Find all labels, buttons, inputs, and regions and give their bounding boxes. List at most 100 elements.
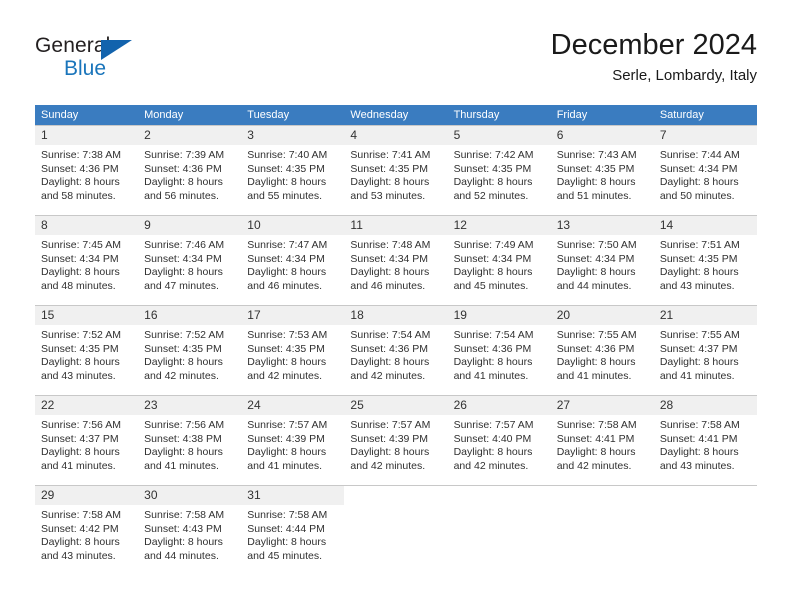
- day-number: 21: [653, 306, 757, 325]
- day-number: 26: [447, 396, 551, 415]
- day-info: Sunrise: 7:48 AM Sunset: 4:34 PM Dayligh…: [344, 235, 447, 293]
- sunrise-text: Sunrise: 7:45 AM: [41, 239, 121, 251]
- week-row: 8 Sunrise: 7:45 AM Sunset: 4:34 PM Dayli…: [35, 215, 757, 305]
- day-cell[interactable]: 16 Sunrise: 7:52 AM Sunset: 4:35 PM Dayl…: [138, 306, 242, 395]
- day-cell[interactable]: 31 Sunrise: 7:58 AM Sunset: 4:44 PM Dayl…: [241, 486, 345, 575]
- sunrise-text: Sunrise: 7:38 AM: [41, 149, 121, 161]
- day-cell[interactable]: 30 Sunrise: 7:58 AM Sunset: 4:43 PM Dayl…: [138, 486, 242, 575]
- day-number: [344, 486, 448, 505]
- day-cell[interactable]: 14 Sunrise: 7:51 AM Sunset: 4:35 PM Dayl…: [653, 216, 757, 305]
- day-number: 3: [241, 126, 345, 145]
- daylight-text-line2: and 43 minutes.: [659, 459, 735, 472]
- day-cell[interactable]: 28 Sunrise: 7:58 AM Sunset: 4:41 PM Dayl…: [653, 396, 757, 485]
- day-cell[interactable]: 3 Sunrise: 7:40 AM Sunset: 4:35 PM Dayli…: [241, 126, 345, 215]
- daylight-text-line2: and 43 minutes.: [659, 279, 735, 292]
- sunrise-text: Sunrise: 7:58 AM: [556, 419, 637, 431]
- calendar-page: General Blue December 2024 Serle, Lombar…: [0, 0, 792, 612]
- day-cell[interactable]: 11 Sunrise: 7:48 AM Sunset: 4:34 PM Dayl…: [344, 216, 448, 305]
- sunrise-text: Sunrise: 7:58 AM: [41, 509, 121, 521]
- day-cell[interactable]: 23 Sunrise: 7:56 AM Sunset: 4:38 PM Dayl…: [138, 396, 242, 485]
- day-number: 2: [138, 126, 242, 145]
- day-info: Sunrise: 7:51 AM Sunset: 4:35 PM Dayligh…: [654, 235, 757, 293]
- sunset-text: Sunset: 4:35 PM: [41, 342, 119, 355]
- day-cell[interactable]: 26 Sunrise: 7:57 AM Sunset: 4:40 PM Dayl…: [447, 396, 551, 485]
- daylight-text-line1: Daylight: 8 hours: [247, 536, 327, 548]
- day-cell[interactable]: 19 Sunrise: 7:54 AM Sunset: 4:36 PM Dayl…: [447, 306, 551, 395]
- day-number: 19: [447, 306, 551, 325]
- daylight-text-line2: and 46 minutes.: [247, 279, 322, 292]
- daylight-text-line2: and 41 minutes.: [247, 459, 322, 472]
- day-cell[interactable]: 9 Sunrise: 7:46 AM Sunset: 4:34 PM Dayli…: [138, 216, 242, 305]
- sunset-text: Sunset: 4:36 PM: [144, 162, 222, 175]
- day-cell[interactable]: 4 Sunrise: 7:41 AM Sunset: 4:35 PM Dayli…: [344, 126, 448, 215]
- sunrise-text: Sunrise: 7:58 AM: [144, 509, 225, 521]
- daylight-text-line1: Daylight: 8 hours: [659, 356, 739, 368]
- day-cell-empty: [447, 486, 551, 575]
- day-number: [653, 486, 757, 505]
- sunrise-text: Sunrise: 7:56 AM: [41, 419, 121, 431]
- sunrise-text: Sunrise: 7:52 AM: [41, 329, 121, 341]
- day-number: 25: [344, 396, 448, 415]
- day-info: Sunrise: 7:40 AM Sunset: 4:35 PM Dayligh…: [241, 145, 344, 203]
- day-cell[interactable]: 21 Sunrise: 7:55 AM Sunset: 4:37 PM Dayl…: [653, 306, 757, 395]
- day-info: Sunrise: 7:55 AM Sunset: 4:36 PM Dayligh…: [551, 325, 654, 383]
- day-cell[interactable]: 10 Sunrise: 7:47 AM Sunset: 4:34 PM Dayl…: [241, 216, 345, 305]
- daylight-text-line1: Daylight: 8 hours: [350, 446, 430, 458]
- day-info: Sunrise: 7:54 AM Sunset: 4:36 PM Dayligh…: [344, 325, 447, 383]
- sunset-text: Sunset: 4:38 PM: [144, 432, 222, 445]
- day-cell[interactable]: 20 Sunrise: 7:55 AM Sunset: 4:36 PM Dayl…: [550, 306, 654, 395]
- day-cell[interactable]: 18 Sunrise: 7:54 AM Sunset: 4:36 PM Dayl…: [344, 306, 448, 395]
- sunset-text: Sunset: 4:36 PM: [350, 342, 429, 355]
- daylight-text-line1: Daylight: 8 hours: [453, 266, 533, 278]
- day-info: Sunrise: 7:58 AM Sunset: 4:43 PM Dayligh…: [138, 505, 241, 563]
- daylight-text-line1: Daylight: 8 hours: [41, 176, 120, 188]
- day-cell[interactable]: 17 Sunrise: 7:53 AM Sunset: 4:35 PM Dayl…: [241, 306, 345, 395]
- sunset-text: Sunset: 4:34 PM: [144, 252, 222, 265]
- day-info: Sunrise: 7:54 AM Sunset: 4:36 PM Dayligh…: [448, 325, 551, 383]
- page-subtitle: Serle, Lombardy, Italy: [612, 67, 757, 84]
- day-cell[interactable]: 8 Sunrise: 7:45 AM Sunset: 4:34 PM Dayli…: [35, 216, 139, 305]
- general-blue-logo[interactable]: General Blue: [35, 34, 155, 90]
- sunset-text: Sunset: 4:36 PM: [41, 162, 119, 175]
- day-cell[interactable]: 27 Sunrise: 7:58 AM Sunset: 4:41 PM Dayl…: [550, 396, 654, 485]
- daylight-text-line2: and 46 minutes.: [350, 279, 426, 292]
- day-cell[interactable]: 29 Sunrise: 7:58 AM Sunset: 4:42 PM Dayl…: [35, 486, 139, 575]
- day-cell[interactable]: 5 Sunrise: 7:42 AM Sunset: 4:35 PM Dayli…: [447, 126, 551, 215]
- day-cell[interactable]: 25 Sunrise: 7:57 AM Sunset: 4:39 PM Dayl…: [344, 396, 448, 485]
- sunrise-text: Sunrise: 7:57 AM: [350, 419, 431, 431]
- day-info: Sunrise: 7:58 AM Sunset: 4:44 PM Dayligh…: [241, 505, 344, 563]
- sunrise-text: Sunrise: 7:58 AM: [659, 419, 740, 431]
- daylight-text-line1: Daylight: 8 hours: [659, 266, 739, 278]
- day-cell[interactable]: 6 Sunrise: 7:43 AM Sunset: 4:35 PM Dayli…: [550, 126, 654, 215]
- day-cell[interactable]: 7 Sunrise: 7:44 AM Sunset: 4:34 PM Dayli…: [653, 126, 757, 215]
- daylight-text-line1: Daylight: 8 hours: [247, 356, 327, 368]
- day-cell[interactable]: 15 Sunrise: 7:52 AM Sunset: 4:35 PM Dayl…: [35, 306, 139, 395]
- sunrise-text: Sunrise: 7:52 AM: [144, 329, 225, 341]
- daylight-text-line2: and 42 minutes.: [350, 369, 426, 382]
- sunrise-text: Sunrise: 7:44 AM: [659, 149, 740, 161]
- day-info: Sunrise: 7:42 AM Sunset: 4:35 PM Dayligh…: [448, 145, 551, 203]
- day-number: 10: [241, 216, 345, 235]
- logo-text-blue: Blue: [64, 57, 107, 80]
- day-cell[interactable]: 1 Sunrise: 7:38 AM Sunset: 4:36 PM Dayli…: [35, 126, 139, 215]
- weekday-header-saturday: Saturday: [659, 109, 704, 121]
- sunrise-text: Sunrise: 7:51 AM: [659, 239, 740, 251]
- day-cell[interactable]: 2 Sunrise: 7:39 AM Sunset: 4:36 PM Dayli…: [138, 126, 242, 215]
- sunrise-text: Sunrise: 7:53 AM: [247, 329, 328, 341]
- weekday-header-thursday: Thursday: [453, 109, 500, 121]
- day-cell-empty: [344, 486, 448, 575]
- day-number: 9: [138, 216, 242, 235]
- day-cell[interactable]: 12 Sunrise: 7:49 AM Sunset: 4:34 PM Dayl…: [447, 216, 551, 305]
- sunrise-text: Sunrise: 7:58 AM: [247, 509, 328, 521]
- day-info: Sunrise: 7:46 AM Sunset: 4:34 PM Dayligh…: [138, 235, 241, 293]
- sunrise-text: Sunrise: 7:57 AM: [247, 419, 328, 431]
- daylight-text-line2: and 52 minutes.: [453, 189, 529, 202]
- day-info: Sunrise: 7:57 AM Sunset: 4:40 PM Dayligh…: [448, 415, 551, 473]
- sunrise-text: Sunrise: 7:43 AM: [556, 149, 637, 161]
- sunset-text: Sunset: 4:35 PM: [453, 162, 532, 175]
- day-cell[interactable]: 22 Sunrise: 7:56 AM Sunset: 4:37 PM Dayl…: [35, 396, 139, 485]
- day-cell[interactable]: 13 Sunrise: 7:50 AM Sunset: 4:34 PM Dayl…: [550, 216, 654, 305]
- sunrise-text: Sunrise: 7:39 AM: [144, 149, 225, 161]
- day-cell[interactable]: 24 Sunrise: 7:57 AM Sunset: 4:39 PM Dayl…: [241, 396, 345, 485]
- daylight-text-line2: and 41 minutes.: [453, 369, 529, 382]
